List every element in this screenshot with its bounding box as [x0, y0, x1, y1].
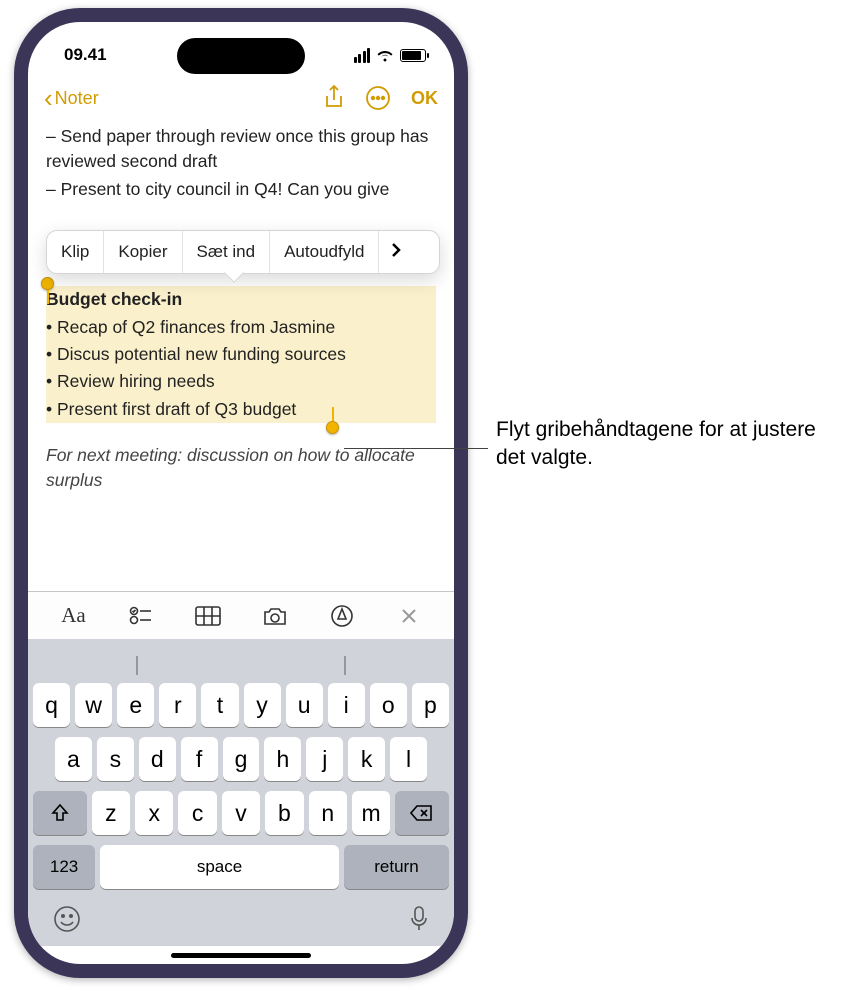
- key-x[interactable]: x: [135, 791, 173, 835]
- suggestion-bar: ||: [33, 649, 449, 683]
- nav-bar: ‹ Noter OK: [28, 76, 454, 120]
- keyboard-row-3: z x c v b n m: [33, 791, 449, 835]
- key-u[interactable]: u: [286, 683, 323, 727]
- key-r[interactable]: r: [159, 683, 196, 727]
- ellipsis-circle-icon: [365, 85, 391, 111]
- format-toolbar: Aa: [28, 591, 454, 639]
- screen: 09.41 ‹ Noter OK – Se: [28, 22, 454, 964]
- close-icon: [400, 607, 418, 625]
- menu-more-arrow[interactable]: [379, 239, 413, 265]
- camera-icon: [262, 606, 288, 626]
- edit-context-menu: Klip Kopier Sæt ind Autoudfyld: [46, 230, 440, 274]
- home-indicator[interactable]: [28, 946, 454, 964]
- keyboard-row-4: 123 space return: [33, 845, 449, 889]
- text-selection[interactable]: Budget check-in Recap of Q2 finances fro…: [46, 286, 436, 423]
- key-numbers[interactable]: 123: [33, 845, 95, 889]
- markup-button[interactable]: [327, 605, 357, 627]
- back-label: Noter: [55, 88, 99, 109]
- key-h[interactable]: h: [264, 737, 301, 781]
- key-space[interactable]: space: [100, 845, 339, 889]
- status-indicators: [354, 48, 427, 63]
- cellular-icon: [354, 48, 371, 63]
- text-format-button[interactable]: Aa: [59, 603, 89, 628]
- checklist-icon: [129, 606, 153, 626]
- menu-paste[interactable]: Sæt ind: [183, 231, 271, 273]
- battery-icon: [400, 49, 426, 62]
- key-d[interactable]: d: [139, 737, 176, 781]
- selection-handle-end[interactable]: [326, 421, 339, 434]
- key-i[interactable]: i: [328, 683, 365, 727]
- key-p[interactable]: p: [412, 683, 449, 727]
- note-content[interactable]: – Send paper through review once this gr…: [28, 120, 454, 591]
- key-y[interactable]: y: [244, 683, 281, 727]
- selection-heading[interactable]: Budget check-in: [46, 286, 436, 313]
- key-c[interactable]: c: [178, 791, 216, 835]
- key-a[interactable]: a: [55, 737, 92, 781]
- wifi-icon: [376, 49, 394, 62]
- chevron-left-icon: ‹: [44, 85, 53, 111]
- keyboard: || q w e r t y u i o p a s d f g h j: [28, 639, 454, 946]
- key-t[interactable]: t: [201, 683, 238, 727]
- emoji-button[interactable]: [53, 905, 81, 938]
- checklist-button[interactable]: [126, 606, 156, 626]
- pen-icon: [331, 605, 353, 627]
- mic-icon: [409, 905, 429, 933]
- dynamic-island: [177, 38, 305, 74]
- share-icon: [323, 85, 345, 111]
- key-n[interactable]: n: [309, 791, 347, 835]
- callout-text: Flyt gribehåndtagene for at justere det …: [496, 416, 842, 473]
- emoji-icon: [53, 905, 81, 933]
- more-button[interactable]: [365, 85, 391, 111]
- key-return[interactable]: return: [344, 845, 449, 889]
- status-time: 09.41: [64, 45, 107, 65]
- key-f[interactable]: f: [181, 737, 218, 781]
- keyboard-bottom-row: [33, 899, 449, 940]
- key-e[interactable]: e: [117, 683, 154, 727]
- key-j[interactable]: j: [306, 737, 343, 781]
- key-shift[interactable]: [33, 791, 87, 835]
- selection-bullet[interactable]: Recap of Q2 finances from Jasmine: [46, 314, 436, 341]
- backspace-icon: [410, 804, 434, 822]
- table-icon: [195, 606, 221, 626]
- key-k[interactable]: k: [348, 737, 385, 781]
- callout-leader-line: [344, 448, 488, 449]
- keyboard-row-1: q w e r t y u i o p: [33, 683, 449, 727]
- iphone-frame: 09.41 ‹ Noter OK – Se: [14, 8, 468, 978]
- key-v[interactable]: v: [222, 791, 260, 835]
- chevron-right-icon: [391, 242, 401, 258]
- shift-icon: [50, 803, 70, 823]
- menu-autofill[interactable]: Autoudfyld: [270, 231, 379, 273]
- back-button[interactable]: ‹ Noter: [44, 85, 99, 111]
- key-b[interactable]: b: [265, 791, 303, 835]
- key-g[interactable]: g: [223, 737, 260, 781]
- key-l[interactable]: l: [390, 737, 427, 781]
- table-button[interactable]: [193, 606, 223, 626]
- key-z[interactable]: z: [92, 791, 130, 835]
- key-q[interactable]: q: [33, 683, 70, 727]
- selection-bullet[interactable]: Discus potential new funding sources: [46, 341, 436, 368]
- key-w[interactable]: w: [75, 683, 112, 727]
- note-italic-line[interactable]: For next meeting: discussion on how to a…: [46, 443, 436, 494]
- camera-button[interactable]: [260, 606, 290, 626]
- key-backspace[interactable]: [395, 791, 449, 835]
- selection-bullet[interactable]: Present first draft of Q3 budget: [46, 396, 436, 423]
- keyboard-row-2: a s d f g h j k l: [33, 737, 449, 781]
- close-toolbar-button[interactable]: [394, 607, 424, 625]
- menu-copy[interactable]: Kopier: [104, 231, 182, 273]
- done-button[interactable]: OK: [411, 88, 438, 109]
- selection-bullet[interactable]: Review hiring needs: [46, 368, 436, 395]
- key-o[interactable]: o: [370, 683, 407, 727]
- dictation-button[interactable]: [409, 905, 429, 938]
- note-line[interactable]: – Present to city council in Q4! Can you…: [46, 177, 436, 202]
- key-m[interactable]: m: [352, 791, 390, 835]
- key-s[interactable]: s: [97, 737, 134, 781]
- menu-cut[interactable]: Klip: [47, 231, 104, 273]
- note-line[interactable]: – Send paper through review once this gr…: [46, 124, 436, 175]
- share-button[interactable]: [323, 85, 345, 111]
